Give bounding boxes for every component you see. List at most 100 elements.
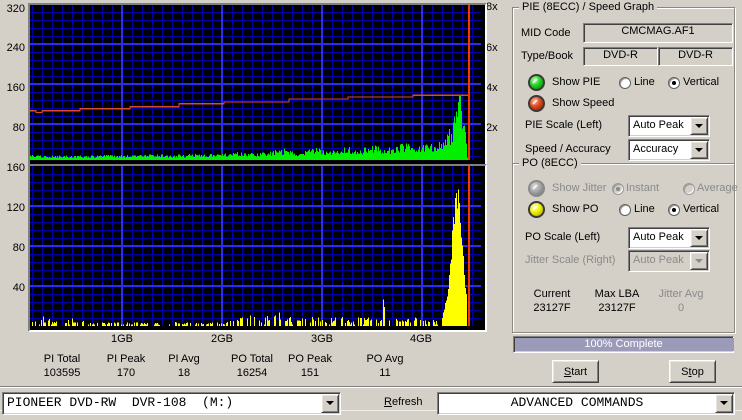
pie-scale-value: Auto Peak bbox=[633, 118, 684, 132]
pie-y-tick: 320 bbox=[0, 3, 25, 16]
mid-code-label: MID Code bbox=[521, 27, 571, 40]
max-lba-label: Max LBA bbox=[585, 288, 649, 301]
refresh-button[interactable]: Refresh bbox=[384, 396, 423, 409]
refresh-label-rest: efresh bbox=[392, 396, 423, 408]
po-scale-dropdown-button[interactable] bbox=[690, 229, 708, 247]
chevron-down-icon bbox=[695, 236, 703, 240]
po-scale-select[interactable]: Auto Peak bbox=[628, 227, 710, 249]
current-label: Current bbox=[522, 288, 582, 301]
show-jitter-label: Show Jitter bbox=[552, 182, 606, 195]
type-field: DVD-R bbox=[583, 47, 658, 66]
speed-y-tick: 8x bbox=[486, 1, 498, 14]
separator-highlight bbox=[0, 387, 742, 388]
pie-y-tick: 160 bbox=[0, 82, 25, 95]
x-tick-3gb: 3GB bbox=[292, 333, 352, 346]
pie-scale-dropdown-button[interactable] bbox=[690, 117, 708, 135]
x-tick-1gb: 1GB bbox=[92, 333, 152, 346]
chevron-down-icon bbox=[326, 401, 334, 405]
advanced-commands-value: ADVANCED COMMANDS bbox=[438, 396, 716, 410]
drive-select-value: PIONEER DVD-RW DVR-108 (M:) bbox=[7, 396, 233, 410]
pie-group-title: PIE (8ECC) / Speed Graph bbox=[519, 1, 657, 14]
jitter-scale-dropdown-button bbox=[690, 252, 708, 270]
show-po-led-icon[interactable] bbox=[528, 201, 545, 218]
pie-line-label: Line bbox=[634, 76, 655, 89]
po-y-tick: 120 bbox=[0, 202, 25, 215]
chevron-down-icon bbox=[720, 401, 728, 405]
drive-dropdown-button[interactable] bbox=[321, 394, 339, 413]
po-avg-value: 11 bbox=[345, 367, 425, 380]
pie-speed-graph-frame bbox=[28, 3, 487, 166]
po-y-tick: 160 bbox=[0, 162, 25, 175]
jitter-avg-value: 0 bbox=[651, 302, 711, 315]
scan-progress-bar: 100% Complete bbox=[513, 336, 734, 353]
pie-vertical-radio[interactable] bbox=[668, 77, 680, 89]
type-book-label: Type/Book bbox=[521, 50, 573, 63]
disc-quality-panel: 320 240 160 80 160 120 80 40 8x 6x 4x 2x… bbox=[0, 0, 742, 420]
po-line-radio[interactable] bbox=[619, 204, 631, 216]
start-label-rest: tart bbox=[571, 366, 587, 378]
speed-accuracy-value: Accuracy bbox=[633, 142, 678, 156]
po-vertical-label: Vertical bbox=[683, 203, 719, 216]
jitter-average-label: Average bbox=[697, 182, 738, 195]
po-y-tick: 80 bbox=[0, 242, 25, 255]
po-peak-value: 151 bbox=[270, 367, 350, 380]
speed-y-tick: 4x bbox=[486, 82, 498, 95]
book-value: DVD-R bbox=[678, 49, 713, 61]
po-avg-label: PO Avg bbox=[345, 353, 425, 366]
jitter-scale-label: Jitter Scale (Right) bbox=[525, 254, 615, 267]
pie-y-tick: 80 bbox=[0, 122, 25, 135]
pie-speed-graph bbox=[30, 5, 481, 160]
start-button[interactable]: Start bbox=[552, 360, 599, 383]
x-tick-2gb: 2GB bbox=[192, 333, 252, 346]
pie-scale-label: PIE Scale (Left) bbox=[525, 119, 602, 132]
chevron-down-icon bbox=[695, 148, 703, 152]
advanced-commands-select[interactable]: ADVANCED COMMANDS bbox=[437, 392, 735, 415]
drive-select[interactable]: PIONEER DVD-RW DVR-108 (M:) bbox=[2, 392, 341, 415]
stop-label-rest: op bbox=[692, 366, 704, 378]
po-graph bbox=[30, 166, 481, 326]
stop-label-pre: S bbox=[681, 366, 688, 378]
show-pie-led-icon[interactable] bbox=[528, 74, 545, 91]
speed-y-tick: 2x bbox=[486, 122, 498, 135]
stop-button[interactable]: Stop bbox=[669, 360, 716, 383]
pie-vertical-label: Vertical bbox=[683, 76, 719, 89]
x-tick-4gb: 4GB bbox=[391, 333, 451, 346]
chevron-down-icon bbox=[695, 259, 703, 263]
max-lba-value: 23127F bbox=[585, 302, 649, 315]
mid-code-value: CMCMAG.AF1 bbox=[621, 25, 694, 37]
advanced-dropdown-button[interactable] bbox=[715, 394, 733, 413]
po-vertical-radio[interactable] bbox=[668, 204, 680, 216]
show-jitter-led-icon bbox=[528, 180, 545, 197]
jitter-instant-label: Instant bbox=[626, 182, 659, 195]
pie-scale-select[interactable]: Auto Peak bbox=[628, 115, 710, 137]
jitter-scale-select: Auto Peak bbox=[628, 250, 710, 272]
speed-accuracy-label: Speed / Accuracy bbox=[525, 143, 611, 156]
show-speed-label: Show Speed bbox=[552, 97, 614, 110]
pie-speed-group: PIE (8ECC) / Speed Graph MID Code CMCMAG… bbox=[512, 7, 735, 164]
type-value: DVD-R bbox=[603, 49, 638, 61]
jitter-average-radio bbox=[683, 183, 695, 195]
show-speed-led-icon[interactable] bbox=[528, 95, 545, 112]
po-y-tick: 40 bbox=[0, 282, 25, 295]
po-line-label: Line bbox=[634, 203, 655, 216]
progress-text: 100% Complete bbox=[514, 338, 733, 351]
speed-accuracy-select[interactable]: Accuracy bbox=[628, 139, 710, 161]
jitter-instant-radio bbox=[612, 183, 624, 195]
show-pie-label: Show PIE bbox=[552, 76, 600, 89]
chevron-down-icon bbox=[695, 124, 703, 128]
po-group-title: PO (8ECC) bbox=[519, 157, 581, 170]
jitter-avg-label: Jitter Avg bbox=[651, 288, 711, 301]
po-peak-label: PO Peak bbox=[270, 353, 350, 366]
jitter-scale-value: Auto Peak bbox=[633, 253, 684, 267]
show-po-label: Show PO bbox=[552, 203, 598, 216]
po-scale-label: PO Scale (Left) bbox=[525, 231, 600, 244]
pie-line-radio[interactable] bbox=[619, 77, 631, 89]
speed-y-tick: 6x bbox=[486, 42, 498, 55]
book-field: DVD-R bbox=[658, 47, 733, 66]
speed-accuracy-dropdown-button[interactable] bbox=[690, 141, 708, 159]
current-value: 23127F bbox=[522, 302, 582, 315]
po-scale-value: Auto Peak bbox=[633, 230, 684, 244]
mid-code-field: CMCMAG.AF1 bbox=[583, 23, 733, 43]
po-group: PO (8ECC) Show Jitter Instant Average Sh… bbox=[512, 163, 735, 333]
pie-y-tick: 240 bbox=[0, 42, 25, 55]
